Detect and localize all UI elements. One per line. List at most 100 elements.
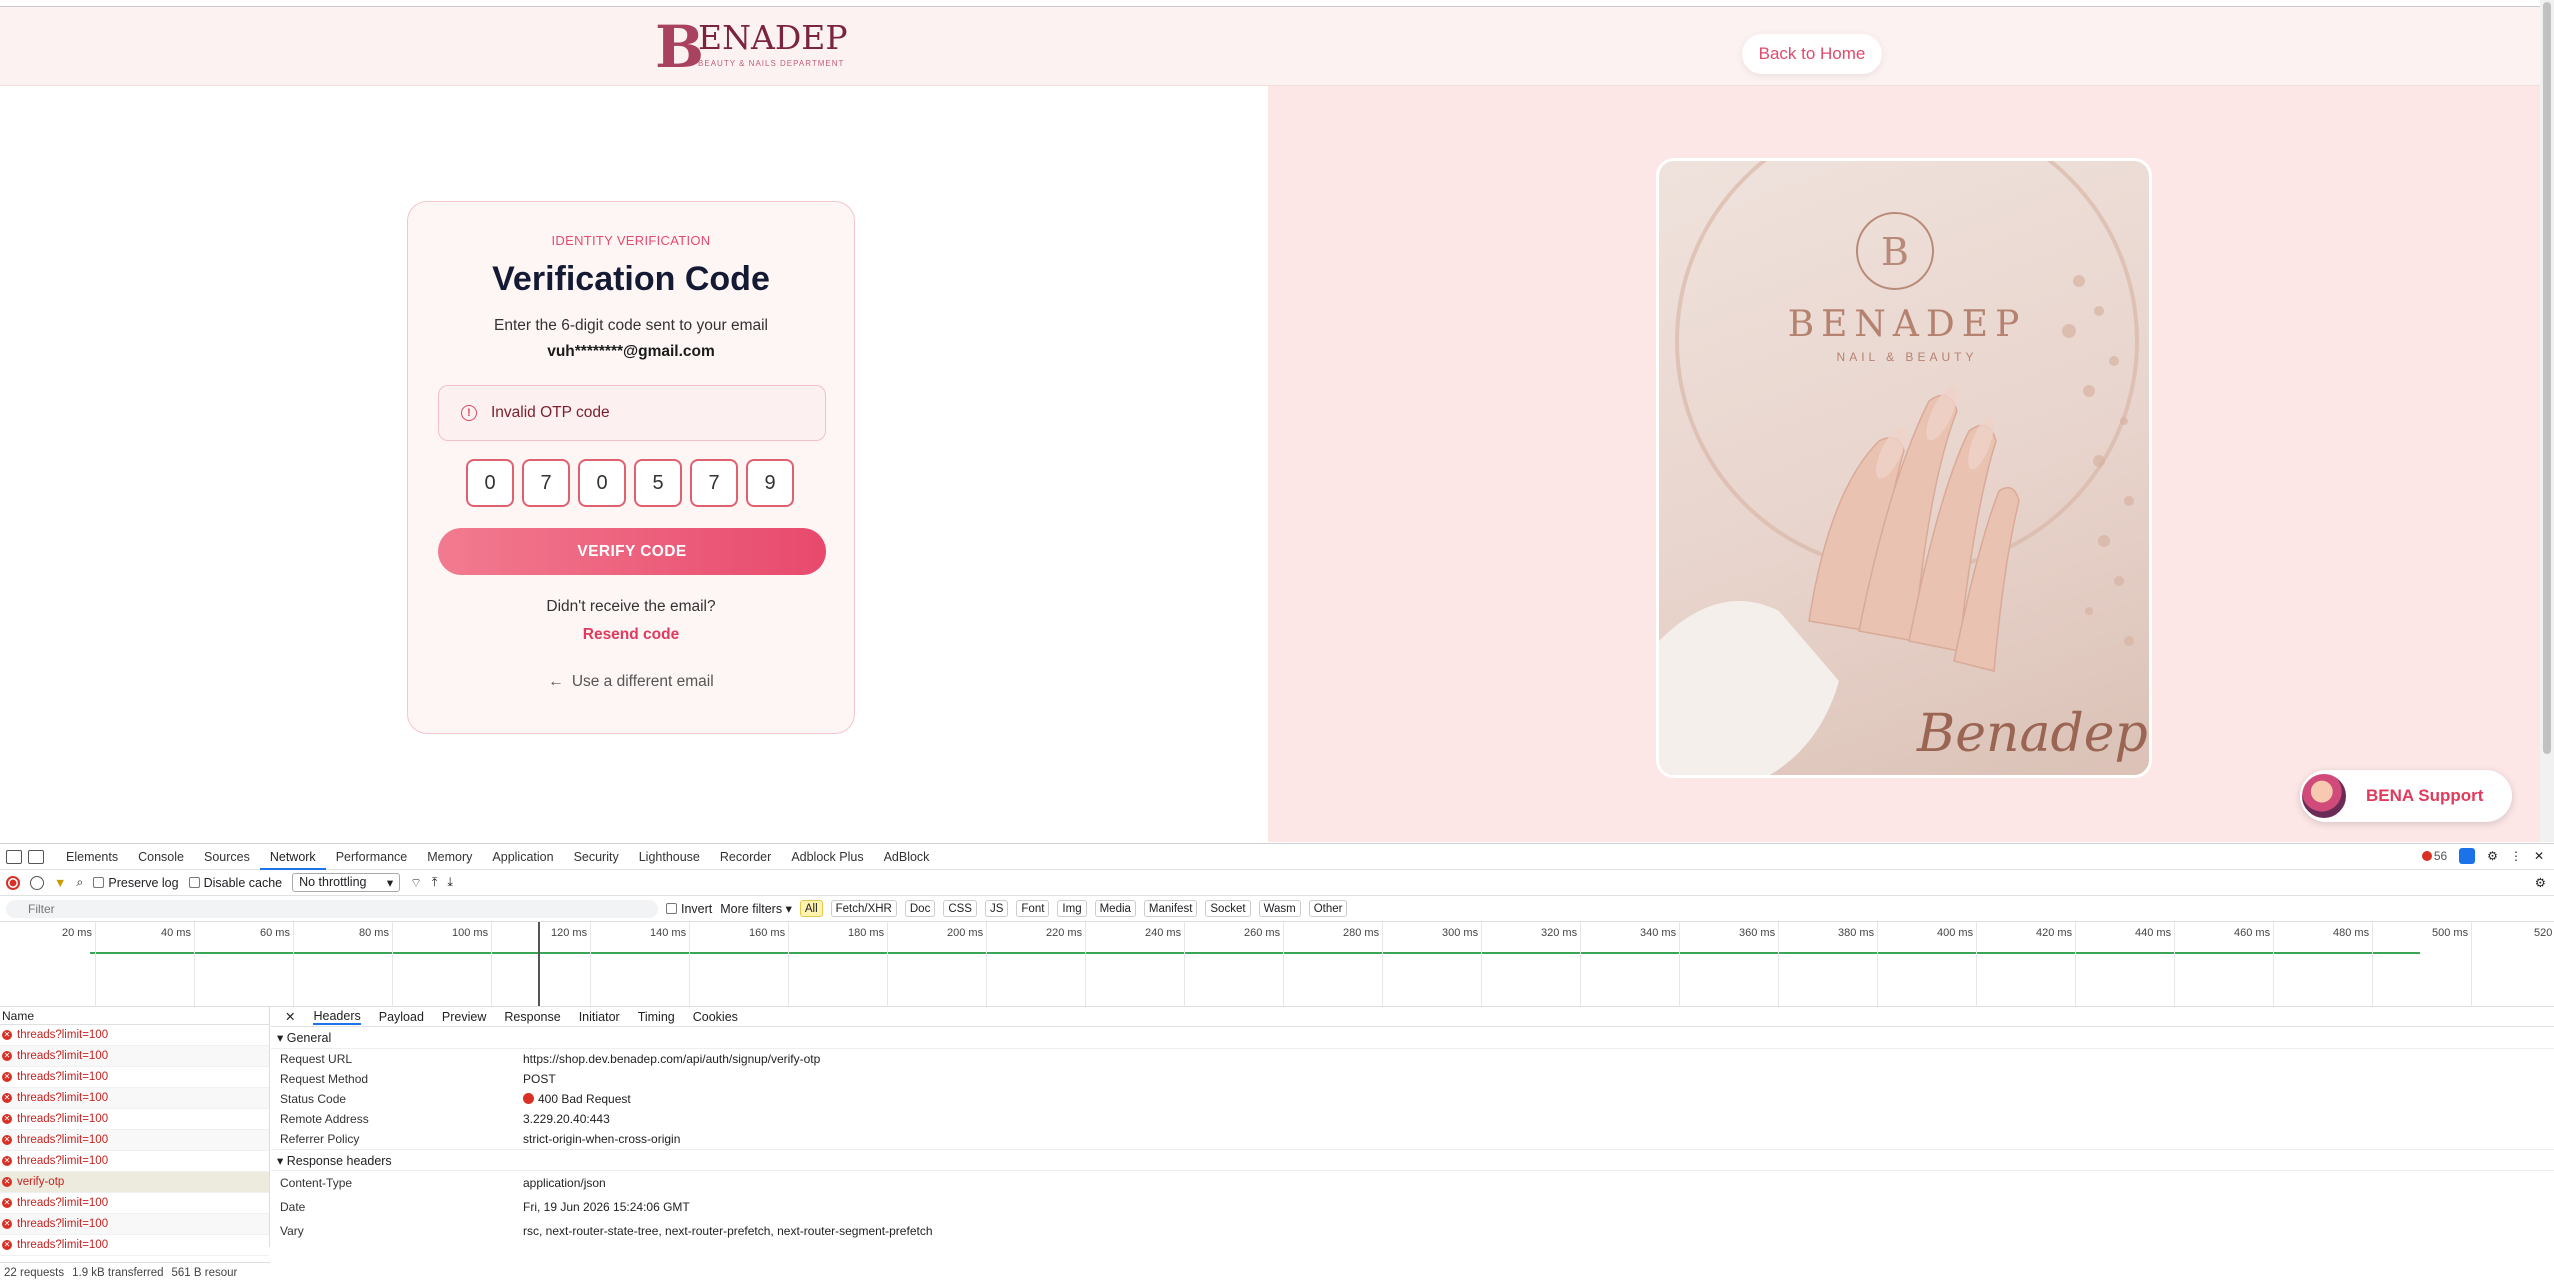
request-name: threads?limit=100 (17, 1154, 109, 1167)
tab-sources[interactable]: Sources (194, 844, 260, 870)
request-row[interactable]: ✕ threads?limit=100 (0, 1193, 269, 1214)
name-column-header[interactable]: Name (0, 1007, 269, 1025)
verify-code-button[interactable]: VERIFY CODE (438, 528, 826, 575)
tab-cookies[interactable]: Cookies (693, 1010, 738, 1024)
device-toolbar-icon[interactable] (28, 849, 44, 864)
export-har-icon[interactable]: ⤓ (447, 875, 453, 890)
page-scrollbar[interactable] (2540, 0, 2554, 842)
network-overview-timeline[interactable]: 20 ms 40 ms 60 ms 80 ms 100 ms 120 ms 140 ms 16… (0, 922, 2554, 1007)
failed-icon: ✕ (2, 1051, 12, 1061)
tab-security[interactable]: Security (564, 844, 629, 870)
error-message: Invalid OTP code (491, 404, 610, 421)
tab-initiator[interactable]: Initiator (579, 1010, 620, 1024)
tab-memory[interactable]: Memory (417, 844, 482, 870)
eyebrow-label: IDENTITY VERIFICATION (551, 233, 711, 248)
filter-font[interactable]: Font (1016, 900, 1050, 917)
general-section-header[interactable]: ▾ General (271, 1027, 2554, 1049)
filter-wasm[interactable]: Wasm (1258, 900, 1301, 917)
resend-code-link[interactable]: Resend code (408, 626, 854, 644)
failed-icon: ✕ (2, 1072, 12, 1082)
tab-performance[interactable]: Performance (326, 844, 418, 870)
search-icon[interactable]: ⌕ (76, 875, 83, 890)
tab-network[interactable]: Network (259, 844, 326, 870)
otp-digit-4[interactable]: 5 (634, 459, 682, 507)
request-row[interactable]: ✕ threads?limit=100 (0, 1088, 269, 1109)
filter-fetch-xhr[interactable]: Fetch/XHR (830, 900, 897, 917)
logo-letter: B (655, 13, 704, 81)
masked-email: vuh********@gmail.com (547, 343, 715, 360)
filter-all[interactable]: All (799, 900, 823, 917)
request-row[interactable]: ✕ threads?limit=100 (0, 1235, 269, 1256)
tab-preview[interactable]: Preview (442, 1010, 486, 1024)
issues-icon[interactable] (2459, 848, 2476, 864)
invert-box[interactable] (666, 903, 677, 914)
request-detail-pane: ✕ Headers Payload Preview Response Initi… (271, 1007, 2554, 1247)
record-icon[interactable] (6, 875, 20, 890)
network-settings-icon[interactable]: ⚙ (2535, 875, 2546, 890)
error-count-badge[interactable]: 56 (2421, 849, 2447, 863)
network-toolbar: ▼ ⌕ Preserve log Disable cache No thrott… (0, 870, 2554, 896)
clear-icon[interactable] (30, 875, 44, 890)
close-detail-icon[interactable]: ✕ (285, 1009, 295, 1024)
benadep-logo[interactable]: B ENADEP BEAUTY & NAILS DEPARTMENT (655, 13, 848, 81)
tab-payload[interactable]: Payload (379, 1010, 424, 1024)
header-row: Vary rsc, next-router-state-tree, next-ro… (271, 1221, 2554, 1241)
close-devtools-icon[interactable]: ✕ (2534, 849, 2544, 863)
tab-adblock-plus[interactable]: Adblock Plus (781, 844, 873, 870)
request-row[interactable]: ✕ threads?limit=100 (0, 1109, 269, 1130)
request-row[interactable]: ✕ threads?limit=100 (0, 1214, 269, 1235)
inspect-element-icon[interactable] (6, 849, 22, 864)
request-row[interactable]: ✕ threads?limit=100 (0, 1151, 269, 1172)
preserve-log-checkbox[interactable]: Preserve log (93, 876, 179, 890)
request-row[interactable]: ✕ threads?limit=100 (0, 1025, 269, 1046)
filter-doc[interactable]: Doc (904, 900, 936, 917)
import-har-icon[interactable]: ⤒ (432, 875, 438, 890)
request-row-selected[interactable]: ✕ verify-otp (0, 1172, 269, 1193)
invert-checkbox[interactable]: Invert (666, 902, 712, 916)
request-row[interactable]: ✕ threads?limit=100 (0, 1046, 269, 1067)
tab-response[interactable]: Response (504, 1010, 560, 1024)
page-scrollbar-thumb[interactable] (2543, 2, 2551, 754)
tab-console[interactable]: Console (128, 844, 194, 870)
network-conditions-icon[interactable]: ⌔ (410, 875, 422, 891)
otp-digit-6[interactable]: 9 (746, 459, 794, 507)
timeline-tick-label: 460 ms (2234, 927, 2271, 939)
otp-digit-2[interactable]: 7 (522, 459, 570, 507)
back-to-home-button[interactable]: Back to Home (1742, 34, 1882, 74)
disable-cache-box[interactable] (188, 877, 200, 888)
request-row[interactable]: ✕ threads?limit=100 (0, 1130, 269, 1151)
throttling-select[interactable]: No throttling ▾ (292, 873, 401, 892)
tab-application[interactable]: Application (482, 844, 563, 870)
tab-recorder[interactable]: Recorder (710, 844, 781, 870)
more-filters-dropdown[interactable]: More filters ▾ (720, 901, 792, 916)
otp-digit-1[interactable]: 0 (466, 459, 514, 507)
filter-input[interactable]: Filter (6, 899, 658, 918)
filter-css[interactable]: CSS (943, 900, 977, 917)
filter-funnel-icon[interactable]: ▼ (54, 876, 66, 890)
tab-adblock[interactable]: AdBlock (874, 844, 940, 870)
otp-digit-3[interactable]: 0 (578, 459, 626, 507)
failed-icon: ✕ (2, 1240, 12, 1250)
preserve-log-box[interactable] (93, 877, 105, 888)
disable-cache-checkbox[interactable]: Disable cache (188, 876, 282, 890)
response-headers-section-header[interactable]: ▾ Response headers (271, 1149, 2554, 1171)
tab-elements[interactable]: Elements (56, 844, 128, 870)
filter-img[interactable]: Img (1057, 900, 1087, 917)
filter-media[interactable]: Media (1094, 900, 1136, 917)
didnt-receive-text: Didn't receive the email? (546, 598, 716, 615)
timeline-cursor[interactable] (538, 922, 540, 1006)
more-options-icon[interactable]: ⋮ (2510, 849, 2522, 863)
filter-js[interactable]: JS (984, 900, 1009, 917)
tab-lighthouse[interactable]: Lighthouse (629, 844, 710, 870)
timeline-gridline (788, 922, 789, 1006)
tab-timing[interactable]: Timing (638, 1010, 675, 1024)
settings-gear-icon[interactable]: ⚙ (2487, 849, 2498, 863)
filter-manifest[interactable]: Manifest (1143, 900, 1198, 917)
bena-support-button[interactable]: BENA Support (2300, 770, 2512, 822)
otp-digit-5[interactable]: 7 (690, 459, 738, 507)
request-row[interactable]: ✕ threads?limit=100 (0, 1067, 269, 1088)
tab-headers[interactable]: Headers (313, 1009, 361, 1025)
filter-other[interactable]: Other (1308, 900, 1348, 917)
filter-socket[interactable]: Socket (1205, 900, 1251, 917)
use-different-email-link[interactable]: ← Use a different email (408, 673, 854, 691)
